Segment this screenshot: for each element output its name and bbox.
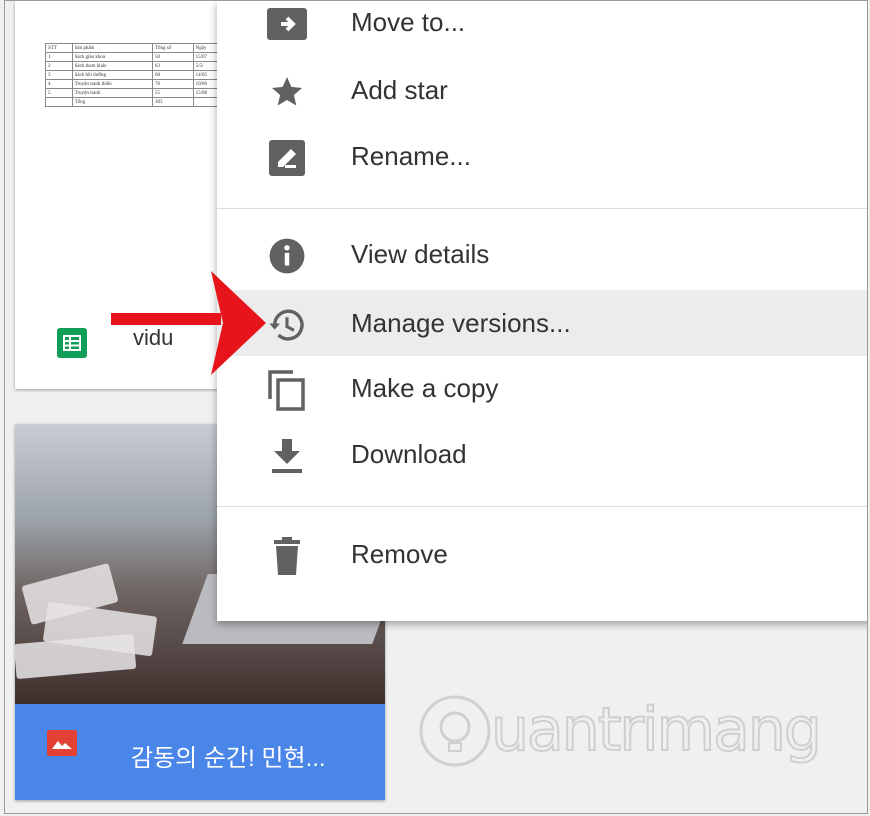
history-icon xyxy=(267,307,307,343)
download-icon xyxy=(267,438,307,474)
sheet-header-cell: Tổng số xyxy=(151,43,194,53)
menu-item-label: Remove xyxy=(351,539,448,569)
sheet-cell: 55 xyxy=(151,88,194,98)
sheet-cell: Sách giáo khoa xyxy=(71,52,153,62)
photo-card-footer: 감동의 순간! 민현... xyxy=(15,704,385,800)
sheet-cell: 3 xyxy=(45,70,73,80)
menu-item-view-details[interactable]: View details xyxy=(217,221,867,287)
menu-item-label: Rename... xyxy=(351,141,471,171)
sheet-cell: 1 xyxy=(45,52,73,62)
sheet-preview: STT Sản phẩm Tổng số Ngày 1 Sách giáo kh… xyxy=(45,43,226,107)
menu-item-label: View details xyxy=(351,239,490,269)
menu-divider xyxy=(217,506,867,507)
trash-icon xyxy=(267,537,307,575)
menu-item-make-copy[interactable]: Make a copy xyxy=(217,355,867,421)
move-to-icon xyxy=(267,6,307,42)
menu-item-label: Add star xyxy=(351,75,448,105)
sheet-cell: 63 xyxy=(151,61,194,71)
menu-item-label: Make a copy xyxy=(351,373,499,403)
google-sheets-icon xyxy=(57,328,87,358)
drive-view: STT Sản phẩm Tổng số Ngày 1 Sách giáo kh… xyxy=(4,0,868,814)
sheet-cell: 68 xyxy=(151,70,194,80)
sheet-cell: Truyện tranh thiếu xyxy=(71,79,153,89)
menu-item-label: Manage versions... xyxy=(351,308,571,338)
sheet-cell: Truyện tranh xyxy=(71,88,153,98)
menu-item-rename[interactable]: Rename... xyxy=(217,123,867,189)
sheet-header-cell: STT xyxy=(45,43,73,53)
menu-item-remove[interactable]: Remove xyxy=(217,521,867,587)
star-icon xyxy=(267,74,307,110)
menu-item-move-to[interactable]: Move to... xyxy=(217,1,867,55)
sheet-total-value: 303 xyxy=(151,97,194,107)
watermark-text: uantrimang xyxy=(490,694,823,766)
sheet-cell: 70 xyxy=(151,79,194,89)
menu-item-label: Download xyxy=(351,439,467,469)
copy-icon xyxy=(267,370,307,411)
sheet-cell: 50 xyxy=(151,52,194,62)
red-arrow-annotation xyxy=(111,271,266,375)
image-file-icon xyxy=(47,730,77,756)
sheet-cell: Sách bồi dưỡng xyxy=(71,70,153,80)
sheet-cell: Sách tham khảo xyxy=(71,61,153,71)
sheet-cell: 4 xyxy=(45,79,73,89)
rename-icon xyxy=(267,140,307,176)
menu-item-manage-versions[interactable]: Manage versions... xyxy=(217,290,867,356)
sheet-cell: 2 xyxy=(45,61,73,71)
sheet-cell: 5 xyxy=(45,88,73,98)
menu-divider xyxy=(217,208,867,209)
sheet-header-cell: Sản phẩm xyxy=(71,43,153,53)
file-name: 감동의 순간! 민현... xyxy=(131,745,326,772)
menu-item-download[interactable]: Download xyxy=(217,421,867,487)
info-icon xyxy=(267,238,307,274)
menu-item-add-star[interactable]: Add star xyxy=(217,57,867,123)
menu-item-label: Move to... xyxy=(351,7,466,37)
context-menu: Move to... Add star Rename... View detai… xyxy=(217,1,867,621)
sheet-cell xyxy=(45,97,73,107)
sheet-total-label: Tổng xyxy=(71,97,153,107)
